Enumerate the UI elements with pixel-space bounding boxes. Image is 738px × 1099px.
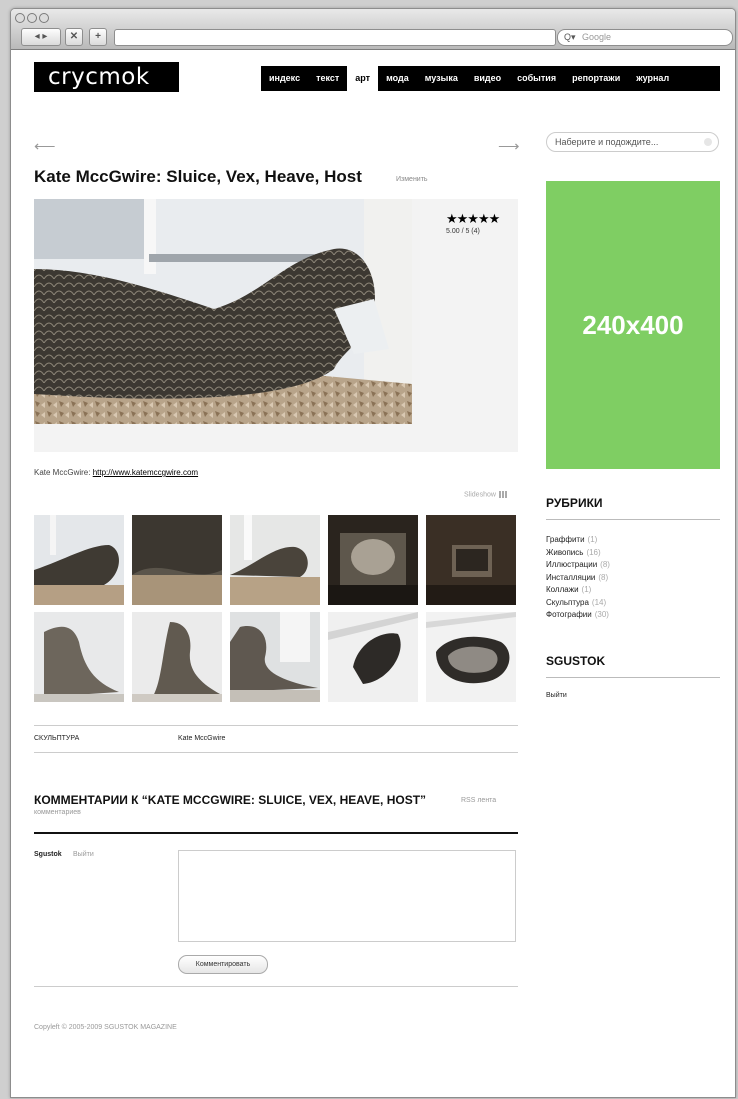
minimize-window-icon[interactable]: [27, 13, 37, 23]
gallery-thumbnail[interactable]: [34, 515, 124, 605]
comment-logout-link[interactable]: Выйти: [73, 851, 94, 858]
star-rating-icon[interactable]: ★★★★★: [446, 211, 500, 227]
nav-item-8[interactable]: журнал: [628, 66, 677, 91]
rubric-item[interactable]: Фотографии (30): [546, 610, 609, 619]
site-logo[interactable]: crycmok: [34, 62, 179, 92]
clear-search-icon[interactable]: [704, 138, 712, 146]
nav-item-5[interactable]: видео: [466, 66, 509, 91]
gallery-thumbnail[interactable]: [328, 515, 418, 605]
post-category-link[interactable]: СКУЛЬПТУРА: [34, 735, 79, 742]
rubrics-heading: РУБРИКИ: [546, 496, 603, 510]
rubric-item[interactable]: Иллюстрации (8): [546, 560, 610, 569]
nav-item-4[interactable]: музыка: [417, 66, 466, 91]
nav-item-6[interactable]: события: [509, 66, 564, 91]
rubric-item[interactable]: Инсталляции (8): [546, 573, 608, 582]
close-window-icon[interactable]: [15, 13, 25, 23]
rubric-count: (1): [587, 535, 598, 544]
rubric-name: Иллюстрации: [546, 560, 598, 569]
comment-textarea[interactable]: [178, 850, 516, 942]
nav-item-7[interactable]: репортажи: [564, 66, 628, 91]
divider: [34, 725, 518, 726]
slideshow-toggle[interactable]: Slideshow: [464, 491, 508, 498]
rubric-count: (8): [598, 572, 609, 582]
divider: [34, 752, 518, 753]
edit-link[interactable]: Изменить: [396, 176, 428, 183]
address-bar[interactable]: [114, 29, 556, 46]
nav-item-2[interactable]: арт: [347, 66, 379, 91]
stop-button[interactable]: ✕: [65, 28, 83, 46]
back-forward-button[interactable]: ◂ ▸: [21, 28, 61, 46]
grid-icon: [498, 491, 508, 498]
rubric-name: Фотографии: [546, 610, 592, 619]
rubric-item[interactable]: Живопись (16): [546, 548, 601, 557]
rubric-name: Инсталляции: [546, 572, 596, 582]
gallery-thumbnail[interactable]: [230, 515, 320, 605]
rubric-count: (16): [586, 547, 601, 557]
rubric-name: Граффити: [546, 535, 585, 544]
post-title: Kate MccGwire: Sluice, Vex, Heave, Host: [34, 167, 362, 186]
nav-item-3[interactable]: мода: [378, 66, 417, 91]
rubric-item[interactable]: Коллажи (1): [546, 585, 591, 594]
rubric-name: Скульптура: [546, 597, 589, 607]
main-photo[interactable]: [34, 199, 412, 424]
comments-rss-link[interactable]: RSS лента: [461, 797, 496, 804]
main-navigation: индекс текст арт мода музыка видео события репо…: [261, 66, 720, 91]
comments-heading: КОММЕНТАРИИ К “KATE MCCGWIRE: SLUICE, VE…: [34, 793, 427, 807]
nav-item-0[interactable]: индекс: [261, 66, 308, 91]
rubric-name: Живопись: [546, 547, 584, 557]
comments-divider: [34, 832, 518, 834]
copyright: Copyleft © 2005-2009 SGUSTOK MAGAZINE: [34, 1024, 177, 1031]
comment-author: Sgustok: [34, 851, 62, 858]
gallery-thumbnail[interactable]: [132, 515, 222, 605]
post-tag-link[interactable]: Kate MccGwire: [178, 735, 225, 742]
artist-website-link[interactable]: http://www.katemccgwire.com: [93, 468, 198, 477]
site-search-placeholder: Наберите и подождите...: [555, 137, 659, 147]
nav-item-1[interactable]: текст: [308, 66, 347, 91]
gallery-thumbnail[interactable]: [34, 612, 124, 702]
slideshow-label: Slideshow: [464, 491, 496, 499]
gallery-thumbnail[interactable]: [132, 612, 222, 702]
search-icon: Q▾: [564, 32, 576, 42]
rubric-item[interactable]: Скульптура (14): [546, 598, 606, 607]
rubric-count: (8): [600, 560, 610, 569]
sidebar-divider: [546, 519, 720, 520]
main-photo-frame: ★★★★★ 5.00 / 5 (4): [34, 199, 518, 452]
rubric-count: (1): [581, 585, 592, 594]
browser-window: ◂ ▸ ✕ + Q▾ Google crycmok индекс текст арт…: [10, 8, 736, 1098]
gallery-thumbnail[interactable]: [230, 612, 320, 702]
browser-search-placeholder: Google: [582, 32, 612, 42]
prev-post-arrow-icon[interactable]: ⟵: [34, 137, 56, 155]
browser-toolbar: ◂ ▸ ✕ + Q▾ Google: [11, 9, 735, 50]
comments-rss-link-continued[interactable]: комментариев: [34, 809, 81, 816]
rubric-item[interactable]: Граффити (1): [546, 535, 597, 544]
browser-search-field[interactable]: Q▾ Google: [557, 29, 733, 46]
divider: [34, 986, 518, 987]
zoom-window-icon[interactable]: [39, 13, 49, 23]
rubric-count: (30): [594, 610, 609, 619]
new-tab-button[interactable]: +: [89, 28, 107, 46]
user-heading: SGUSTOK: [546, 654, 606, 668]
sidebar-logout-link[interactable]: Выйти: [546, 692, 567, 699]
caption-prefix: Kate MccGwire:: [34, 468, 91, 477]
rubric-name: Коллажи: [546, 585, 579, 594]
submit-comment-button[interactable]: Комментировать: [178, 955, 268, 974]
ad-banner[interactable]: 240x400: [546, 181, 720, 469]
gallery-thumbnail[interactable]: [426, 515, 516, 605]
site-search-input[interactable]: Наберите и подождите...: [546, 132, 719, 152]
next-post-arrow-icon[interactable]: ⟶: [498, 137, 520, 155]
rubric-count: (14): [591, 597, 607, 607]
gallery-thumbnail[interactable]: [328, 612, 418, 702]
gallery-thumbnail[interactable]: [426, 612, 516, 702]
sidebar-divider: [546, 677, 720, 678]
rating-value: 5.00 / 5 (4): [446, 228, 480, 235]
photo-caption: Kate MccGwire: http://www.katemccgwire.c…: [34, 468, 198, 477]
